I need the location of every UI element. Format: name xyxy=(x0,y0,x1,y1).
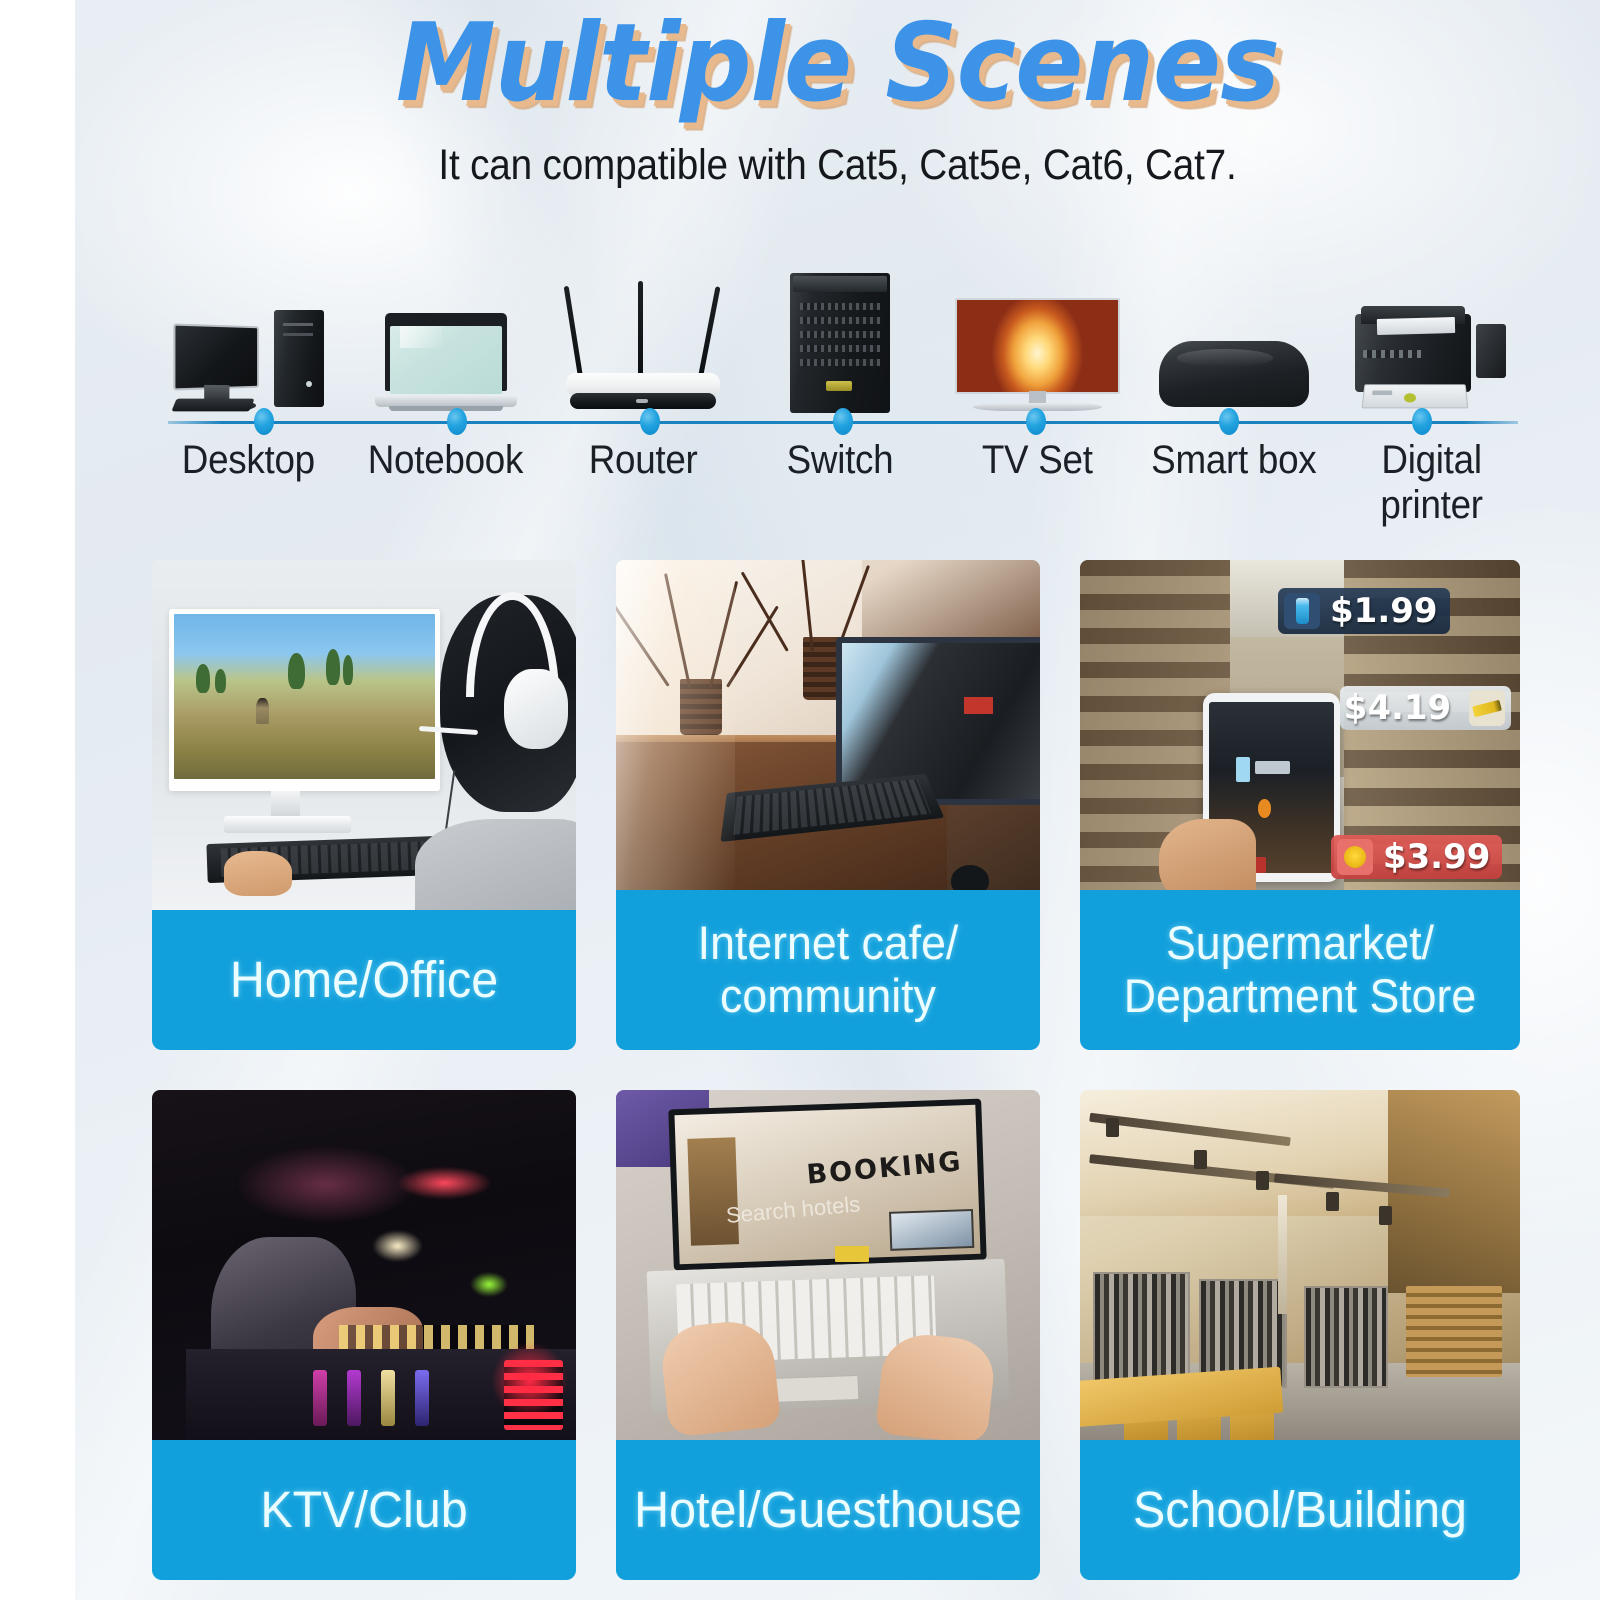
price-tag-2: $4.19 xyxy=(1339,686,1512,730)
device-label-text: Digital printer xyxy=(1380,438,1483,527)
device-label-switch: Switch xyxy=(741,438,938,528)
device-icon-cell-notebook xyxy=(347,238,544,413)
header: Multiple Scenes It can compatible with C… xyxy=(75,0,1600,190)
device-label-text: Notebook xyxy=(368,438,524,482)
timeline-dot-tvset xyxy=(939,405,1132,439)
device-icon-strip xyxy=(150,238,1530,413)
scene-photo-supermarket-aisle: $1.99 $4.19 $3.99 xyxy=(1080,560,1520,910)
device-label-printer: Digital printer xyxy=(1333,438,1530,528)
timeline-dot-switch xyxy=(747,405,940,439)
scene-label-text: School/Building xyxy=(1132,1481,1467,1539)
price-text: $1.99 xyxy=(1330,591,1438,631)
device-icon-cell-tvset xyxy=(939,238,1136,413)
scene-label-text: Home/Office xyxy=(229,951,499,1009)
scene-photo-dj-booth xyxy=(152,1090,576,1440)
pencil-icon xyxy=(1469,690,1506,726)
scene-label-bar: Internet cafe/ community xyxy=(616,890,1040,1050)
device-label-text: Switch xyxy=(786,438,894,482)
scene-grid: Home/Office Internet cafe/ community $1.… xyxy=(152,560,1520,1580)
device-label-desktop: Desktop xyxy=(150,438,347,528)
search-hotels-text: Search hotels xyxy=(725,1191,862,1229)
scene-label-bar: Supermarket/ Department Store xyxy=(1080,890,1520,1050)
device-icon-cell-switch xyxy=(741,238,938,413)
device-icon-cell-smartbox xyxy=(1136,238,1333,413)
timeline-dot-printer xyxy=(1325,405,1518,439)
scene-label-text: Internet cafe/ community xyxy=(697,916,959,1022)
network-switch-cabinet-icon xyxy=(789,273,890,413)
device-label-text: Router xyxy=(588,438,698,482)
desktop-computer-icon xyxy=(170,308,324,413)
smart-tv-box-icon xyxy=(1159,333,1310,413)
banana-icon xyxy=(1336,838,1373,875)
price-tag-1: $1.99 xyxy=(1278,588,1450,634)
scene-label-bar: KTV/Club xyxy=(152,1440,576,1580)
timeline xyxy=(168,405,1518,439)
scene-label-text: Supermarket/ Department Store xyxy=(1123,916,1477,1022)
scene-photo-gamer-at-desk xyxy=(152,560,576,910)
scene-card-hotel-guesthouse[interactable]: BOOKING Search hotels Hotel/Guesthouse xyxy=(616,1090,1040,1580)
scene-card-internet-cafe[interactable]: Internet cafe/ community xyxy=(616,560,1040,1050)
television-icon xyxy=(954,298,1120,413)
scene-card-ktv-club[interactable]: KTV/Club xyxy=(152,1090,576,1580)
timeline-dot-notebook xyxy=(361,405,554,439)
water-bottle-icon xyxy=(1284,593,1320,629)
scene-card-supermarket[interactable]: $1.99 $4.19 $3.99 Supermarket/ Departmen… xyxy=(1080,560,1520,1050)
wifi-router-icon xyxy=(558,273,728,413)
scene-label-bar: Hotel/Guesthouse xyxy=(616,1440,1040,1580)
device-label-text: Smart box xyxy=(1151,438,1318,482)
device-label-row: Desktop Notebook Router Switch TV Set Sm… xyxy=(150,438,1530,528)
page-title: Multiple Scenes xyxy=(395,1,1280,126)
scene-label-bar: Home/Office xyxy=(152,910,576,1050)
scene-label-bar: School/Building xyxy=(1080,1440,1520,1580)
scene-card-school-building[interactable]: School/Building xyxy=(1080,1090,1520,1580)
laptop-icon xyxy=(371,313,521,413)
device-label-router: Router xyxy=(544,438,741,528)
device-label-smartbox: Smart box xyxy=(1136,438,1333,528)
device-label-notebook: Notebook xyxy=(347,438,544,528)
scene-photo-library xyxy=(1080,1090,1520,1440)
device-icon-cell-router xyxy=(544,238,741,413)
scene-photo-internet-cafe xyxy=(616,560,1040,910)
device-icon-cell-desktop xyxy=(150,238,347,413)
page-subtitle: It can compatible with Cat5, Cat5e, Cat6… xyxy=(438,140,1237,189)
scene-card-home-office[interactable]: Home/Office xyxy=(152,560,576,1050)
timeline-dot-smartbox xyxy=(1132,405,1325,439)
timeline-dot-router xyxy=(554,405,747,439)
device-label-text: TV Set xyxy=(981,438,1093,482)
timeline-dots xyxy=(168,405,1518,439)
device-label-tvset: TV Set xyxy=(939,438,1136,528)
printer-icon xyxy=(1349,298,1514,413)
booking-heading: BOOKING xyxy=(805,1145,965,1191)
price-text: $3.99 xyxy=(1382,836,1491,877)
device-icon-cell-printer xyxy=(1333,238,1530,413)
price-text: $4.19 xyxy=(1343,688,1452,728)
price-tag-3: $3.99 xyxy=(1330,834,1503,879)
scene-label-text: Hotel/Guesthouse xyxy=(634,1481,1022,1539)
device-label-text: Desktop xyxy=(182,438,316,482)
scene-label-text: KTV/Club xyxy=(260,1481,468,1539)
timeline-dot-desktop xyxy=(168,405,361,439)
product-infographic: Multiple Scenes It can compatible with C… xyxy=(0,0,1600,1600)
scene-photo-hotel-booking-laptop: BOOKING Search hotels xyxy=(616,1090,1040,1440)
